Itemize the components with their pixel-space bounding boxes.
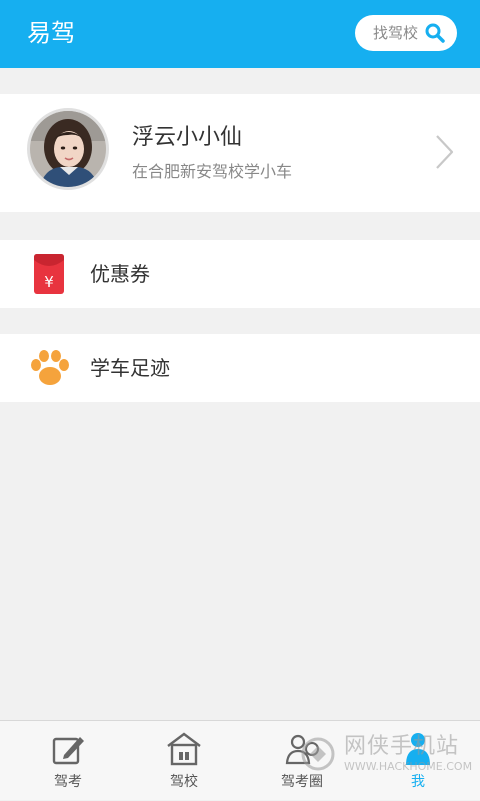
- coupons-label: 优惠券: [90, 262, 150, 286]
- avatar-photo: [30, 111, 106, 187]
- edit-note-icon: [52, 737, 84, 765]
- profile-subtitle: 在合肥新安驾校学小车: [132, 162, 293, 181]
- find-school-search-button[interactable]: 找驾校: [355, 15, 457, 51]
- watermark: 网侠手机站 WWW.HACKHOME.COM: [296, 730, 480, 776]
- tab-school-label: 驾校: [170, 774, 198, 790]
- avatar[interactable]: [27, 108, 109, 190]
- svg-text:¥: ¥: [44, 273, 54, 291]
- tab-school[interactable]: 驾校: [134, 721, 234, 801]
- tab-exam[interactable]: 驾考: [18, 721, 118, 801]
- menu-item-learning-footprint[interactable]: 学车足迹: [0, 334, 480, 402]
- profile-name: 浮云小小仙: [132, 125, 243, 150]
- search-icon: [425, 23, 445, 43]
- tab-exam-label: 驾考: [54, 774, 82, 790]
- watermark-logo-icon: [301, 737, 335, 771]
- search-button-label: 找驾校: [373, 24, 419, 42]
- school-building-icon: [167, 732, 201, 766]
- profile-card[interactable]: 浮云小小仙 在合肥新安驾校学小车: [0, 94, 480, 212]
- menu-item-coupons[interactable]: ¥ 优惠券: [0, 240, 480, 308]
- red-envelope-icon: ¥: [34, 254, 64, 294]
- paw-print-icon: [31, 350, 69, 385]
- learning-footprint-label: 学车足迹: [90, 356, 170, 380]
- chevron-right-icon: [436, 135, 454, 169]
- watermark-url: WWW.HACKHOME.COM: [344, 760, 473, 773]
- app-header: 易驾 找驾校: [0, 0, 480, 68]
- watermark-text: 网侠手机站: [344, 734, 460, 759]
- app-title: 易驾: [27, 19, 75, 47]
